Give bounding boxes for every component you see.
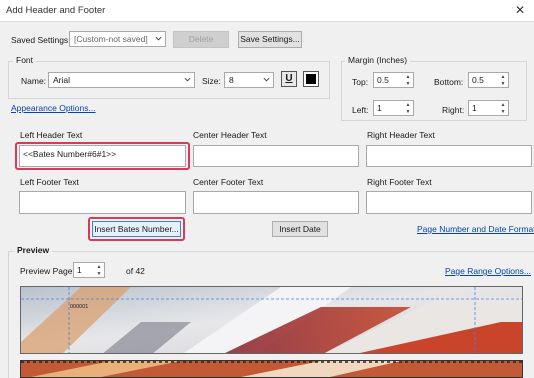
spin-up-icon[interactable]: ▲	[499, 74, 507, 80]
font-color-button[interactable]	[303, 71, 319, 87]
left-header-value: <<Bates Number#6#1>>	[23, 149, 117, 159]
preview-photo-next	[21, 361, 522, 377]
saved-settings-dropdown[interactable]: [Custom-not saved]	[69, 31, 166, 47]
preview-group-label: Preview	[14, 245, 53, 255]
delete-button[interactable]: Delete	[173, 31, 229, 48]
center-footer-input[interactable]	[193, 191, 359, 214]
spin-down-icon[interactable]: ▼	[499, 109, 507, 115]
right-footer-label: Right Footer Text	[367, 177, 432, 187]
margin-left-value: 1	[377, 103, 382, 113]
right-footer-input[interactable]	[366, 191, 532, 214]
font-name-dropdown[interactable]: Arial	[48, 72, 195, 88]
preview-page-label: Preview Page	[20, 266, 73, 276]
color-swatch	[306, 74, 316, 84]
preview-page-image: 000001	[20, 286, 523, 354]
margin-top-label: Top:	[352, 77, 369, 87]
margin-top-spinner[interactable]: 0.5 ▲ ▼	[373, 72, 414, 88]
appearance-options-link[interactable]: Appearance Options...	[11, 103, 96, 113]
spin-down-icon[interactable]: ▼	[95, 271, 103, 277]
spin-up-icon[interactable]: ▲	[404, 102, 412, 108]
left-footer-input[interactable]	[19, 191, 186, 214]
spin-up-icon[interactable]: ▲	[404, 74, 412, 80]
right-header-label: Right Header Text	[367, 130, 435, 140]
spin-up-icon[interactable]: ▲	[499, 102, 507, 108]
spin-down-icon[interactable]: ▼	[404, 109, 412, 115]
margin-bottom-spinner[interactable]: 0.5 ▲ ▼	[468, 72, 509, 88]
margin-right-spinner[interactable]: 1 ▲ ▼	[468, 100, 509, 116]
window-title: Add Header and Footer	[6, 5, 106, 16]
margin-bottom-value: 0.5	[472, 75, 484, 85]
insert-bates-number-button[interactable]: Insert Bates Number...	[92, 221, 181, 237]
chevron-down-icon	[184, 77, 191, 82]
preview-page-value: 1	[77, 265, 82, 275]
chevron-down-icon	[155, 36, 162, 41]
left-header-label: Left Header Text	[20, 130, 83, 140]
chevron-down-icon	[263, 77, 270, 82]
spin-down-icon[interactable]: ▼	[404, 81, 412, 87]
preview-page-total: of 42	[126, 266, 145, 276]
saved-settings-label: Saved Settings:	[11, 35, 71, 45]
preview-page-spinner[interactable]: 1 ▲ ▼	[73, 262, 105, 278]
font-name-label: Name:	[21, 76, 47, 86]
font-size-label: Size:	[202, 76, 221, 86]
underline-button[interactable]: U	[281, 71, 297, 87]
left-footer-label: Left Footer Text	[20, 177, 79, 187]
center-footer-label: Center Footer Text	[193, 177, 264, 187]
font-name-value: Arial	[53, 75, 71, 85]
insert-date-button[interactable]: Insert Date	[272, 221, 328, 237]
close-icon[interactable]: ✕	[510, 2, 530, 18]
center-header-label: Center Header Text	[193, 130, 267, 140]
center-header-input[interactable]	[193, 145, 359, 167]
bates-stamp: 000001	[70, 304, 89, 310]
margin-left-label: Left:	[352, 105, 369, 115]
page-number-date-format-link[interactable]: Page Number and Date Format...	[417, 224, 534, 234]
margin-right-value: 1	[472, 103, 477, 113]
preview-next-page-image	[20, 360, 523, 378]
spin-up-icon[interactable]: ▲	[95, 264, 103, 270]
left-header-input[interactable]: <<Bates Number#6#1>>	[19, 145, 186, 167]
save-settings-button[interactable]: Save Settings...	[238, 31, 302, 48]
font-group-label: Font	[13, 55, 37, 65]
margin-bottom-label: Bottom:	[434, 77, 464, 87]
font-size-value: 8	[229, 75, 234, 85]
spin-down-icon[interactable]: ▼	[499, 81, 507, 87]
font-size-dropdown[interactable]: 8	[224, 72, 274, 88]
margin-group-label: Margin (Inches)	[345, 55, 411, 65]
margin-right-label: Right:	[442, 105, 465, 115]
saved-settings-value: [Custom-not saved]	[74, 34, 148, 44]
margin-left-spinner[interactable]: 1 ▲ ▼	[373, 100, 414, 116]
page-range-options-link[interactable]: Page Range Options...	[445, 266, 531, 276]
right-header-input[interactable]	[366, 145, 532, 167]
preview-photo	[21, 287, 522, 353]
margin-top-value: 0.5	[377, 75, 389, 85]
